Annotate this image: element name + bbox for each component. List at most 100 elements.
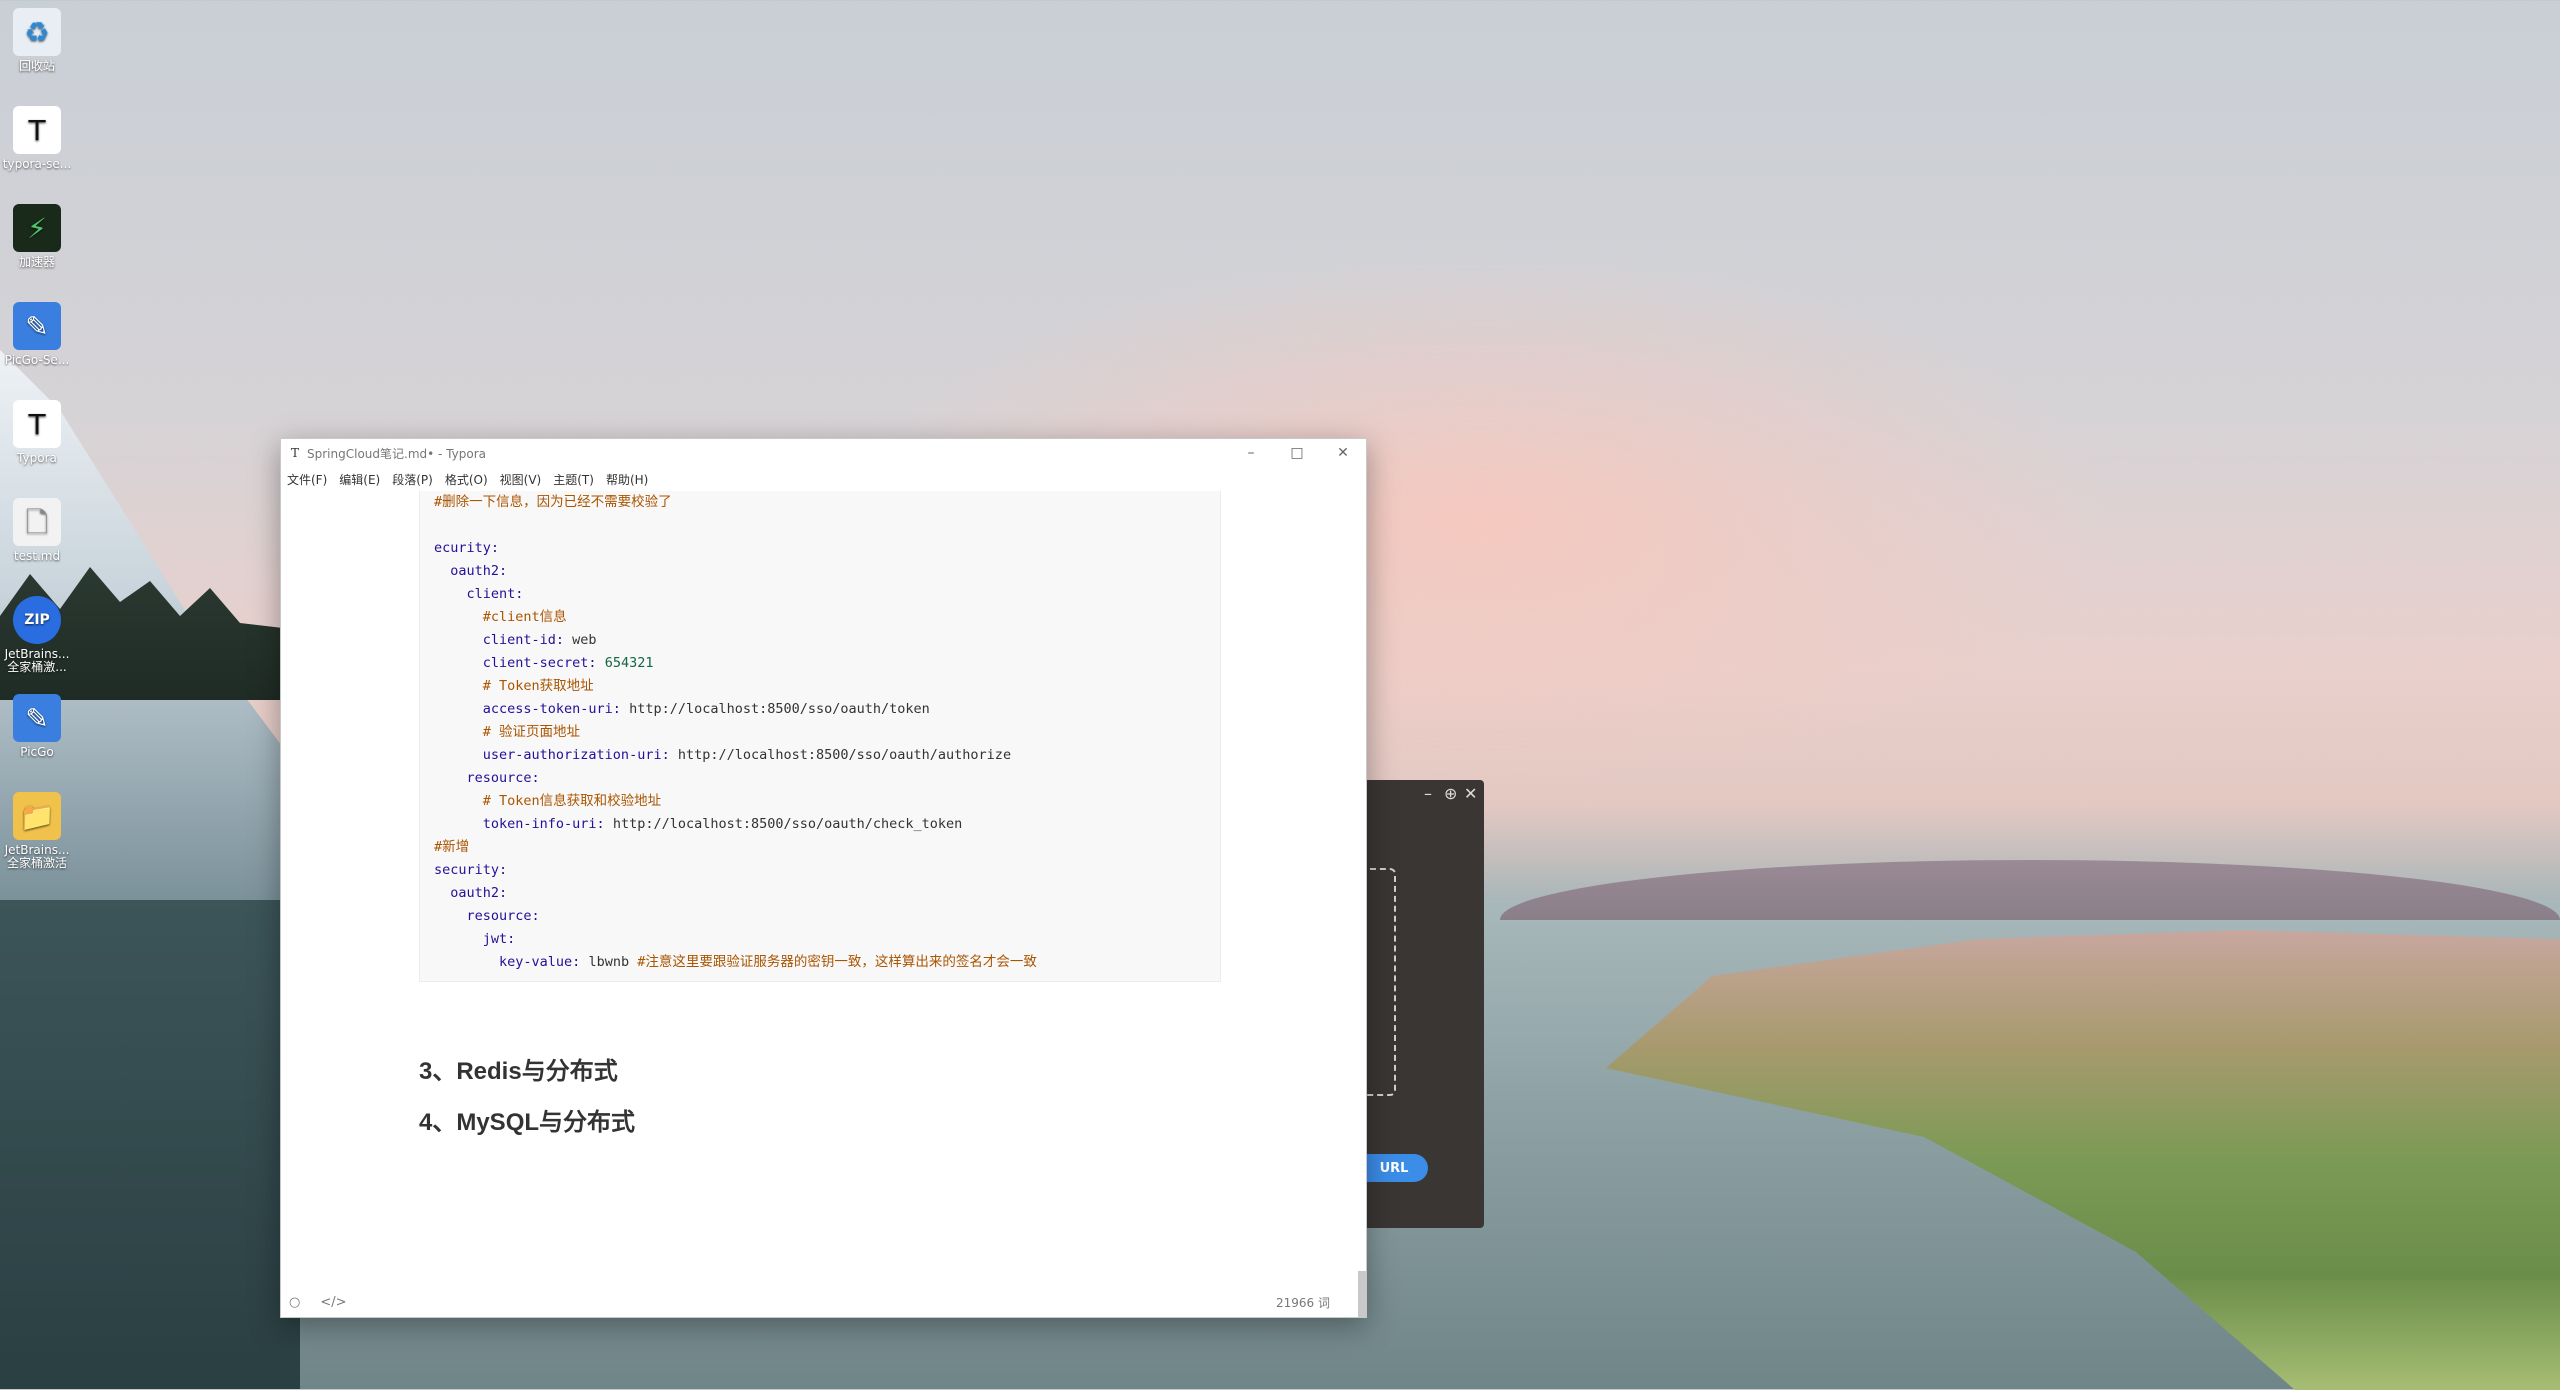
picgo-close-button[interactable]: ✕ <box>1464 784 1477 803</box>
code-token: key-value: <box>434 954 581 970</box>
code-token: #新增 <box>434 839 470 855</box>
code-token: #注意这里要跟验证服务器的密钥一致，这样算出来的签名才会一致 <box>637 954 1037 970</box>
code-line: client-id: web <box>434 629 597 652</box>
desktop-icon[interactable]: Ttypora-se... <box>0 106 74 171</box>
desktop-icon[interactable]: ✎ PicGo-Se... <box>0 302 74 367</box>
code-token: oauth2: <box>434 885 508 901</box>
picgo-url-button[interactable]: URL <box>1360 1154 1428 1182</box>
titlebar[interactable]: T SpringCloud笔记.md• - Typora – □ ✕ <box>281 439 1366 467</box>
code-line: ecurity: <box>434 537 499 560</box>
code-token: client: <box>434 586 524 602</box>
code-token: # Token获取地址 <box>434 678 594 694</box>
desktop-icon-image: ZIP <box>13 596 61 644</box>
code-line: #client信息 <box>434 606 567 629</box>
desktop-icon-image: 📁 <box>13 792 61 840</box>
code-line: # Token信息获取和校验地址 <box>434 790 661 813</box>
heading-redis[interactable]: 3、Redis与分布式 <box>419 1051 618 1086</box>
desktop-icon-label: PicGo-Se... <box>4 353 70 367</box>
minimize-button[interactable]: – <box>1228 445 1274 461</box>
code-token: 654321 <box>596 655 654 671</box>
status-bar: ○ </> 21966 词 <box>281 1287 1366 1317</box>
menu-help[interactable]: 帮助(H) <box>606 471 648 488</box>
code-token: #client信息 <box>434 609 567 625</box>
code-line: oauth2: <box>434 560 507 583</box>
code-token: security: <box>434 862 508 878</box>
code-block[interactable]: #删除一下信息，因为已经不需要校验了 ecurity: oauth2: clien… <box>419 491 1221 982</box>
maximize-button[interactable]: □ <box>1274 445 1320 461</box>
desktop-icon[interactable]: ✎ PicGo <box>0 694 74 759</box>
outline-toggle-icon[interactable]: ○ <box>289 1295 300 1310</box>
code-token: jwt: <box>434 931 516 947</box>
desktop-icon-label: JetBrains...全家桶激... <box>4 647 70 674</box>
code-line: # Token获取地址 <box>434 675 594 698</box>
menu-paragraph[interactable]: 段落(P) <box>392 471 433 488</box>
desktop-icon-image: ✎ <box>13 694 61 742</box>
code-token: access-token-uri: <box>434 701 621 717</box>
code-line: client: <box>434 583 524 606</box>
menu-bar: 文件(F) 编辑(E) 段落(P) 格式(O) 视图(V) 主题(T) 帮助(H… <box>281 467 1366 491</box>
code-token: client-secret: <box>434 655 597 671</box>
code-token: resource: <box>434 908 540 924</box>
picgo-minimize-button[interactable]: – <box>1424 784 1432 803</box>
code-token: oauth2: <box>434 563 508 579</box>
desktop-icon[interactable]: ⚡ 加速器 <box>0 204 74 269</box>
code-line: access-token-uri: http://localhost:8500/… <box>434 698 930 721</box>
menu-view[interactable]: 视图(V) <box>500 471 542 488</box>
desktop-icon-label: 加速器 <box>18 255 55 269</box>
code-token: http://localhost:8500/sso/oauth/check_to… <box>604 816 963 832</box>
code-token: # 验证页面地址 <box>434 724 581 740</box>
code-token: client-id: <box>434 632 565 648</box>
desktop-icon-image: T <box>13 400 61 448</box>
desktop-icon-label: test.md <box>13 549 61 563</box>
menu-format[interactable]: 格式(O) <box>445 471 488 488</box>
desktop-icon-image: ⚡ <box>13 204 61 252</box>
desktop-icon-label: 回收站 <box>18 59 55 73</box>
code-token: http://localhost:8500/sso/oauth/token <box>620 701 930 717</box>
menu-theme[interactable]: 主题(T) <box>553 471 594 488</box>
code-token: lbwnb <box>580 954 638 970</box>
desktop-icon[interactable]: ♻ 回收站 <box>0 8 74 73</box>
code-token: # Token信息获取和校验地址 <box>434 793 662 809</box>
menu-file[interactable]: 文件(F) <box>287 471 327 488</box>
code-token: token-info-uri: <box>434 816 605 832</box>
desktop-icon[interactable]: 📁 JetBrains...全家桶激活 <box>0 792 74 870</box>
code-line: resource: <box>434 905 540 928</box>
code-line: token-info-uri: http://localhost:8500/ss… <box>434 813 963 836</box>
code-line: resource: <box>434 767 540 790</box>
typora-window: T SpringCloud笔记.md• - Typora – □ ✕ 文件(F)… <box>280 438 1367 1318</box>
close-button[interactable]: ✕ <box>1320 445 1366 461</box>
heading-mysql[interactable]: 4、MySQL与分布式 <box>419 1102 635 1137</box>
desktop-icon-label: typora-se... <box>2 157 72 171</box>
code-token: web <box>564 632 597 648</box>
code-token: ecurity: <box>434 540 500 556</box>
typora-logo-icon: T <box>291 446 300 460</box>
picgo-window: – ⊕ ✕ URL <box>1360 780 1484 1228</box>
code-line: jwt: <box>434 928 516 951</box>
source-code-mode-icon[interactable]: </> <box>320 1295 346 1310</box>
scenery-far-hill <box>1500 860 2560 920</box>
desktop-icon-label: PicGo <box>20 745 54 759</box>
code-token: #删除一下信息，因为已经不需要校验了 <box>434 494 672 510</box>
desktop-icon[interactable]: ZIP JetBrains...全家桶激... <box>0 596 74 674</box>
code-token: http://localhost:8500/sso/oauth/authoriz… <box>669 747 1012 763</box>
menu-edit[interactable]: 编辑(E) <box>339 471 380 488</box>
code-token: resource: <box>434 770 540 786</box>
desktop-icon[interactable]: T Typora <box>0 400 74 465</box>
picgo-pin-icon[interactable]: ⊕ <box>1444 784 1457 803</box>
word-count[interactable]: 21966 词 <box>1276 1294 1330 1311</box>
code-line: security: <box>434 859 507 882</box>
desktop-icon[interactable]: 🗋 test.md <box>0 498 74 563</box>
code-line: client-secret: 654321 <box>434 652 654 675</box>
desktop-icon-image: T <box>13 106 61 154</box>
code-line: #新增 <box>434 836 469 859</box>
editor-content[interactable]: #删除一下信息，因为已经不需要校验了 ecurity: oauth2: clien… <box>281 491 1366 1287</box>
desktop-icon-label: Typora <box>17 451 57 465</box>
desktop-icon-label: JetBrains...全家桶激活 <box>4 843 70 870</box>
code-line: oauth2: <box>434 882 507 905</box>
desktop-icon-image: ✎ <box>13 302 61 350</box>
desktop-icon-image: 🗋 <box>13 498 61 546</box>
code-line: key-value: lbwnb #注意这里要跟验证服务器的密钥一致，这样算出来… <box>434 951 1037 974</box>
code-line: # 验证页面地址 <box>434 721 580 744</box>
code-token: user-authorization-uri: <box>434 747 670 763</box>
window-title: SpringCloud笔记.md• - Typora <box>307 446 486 461</box>
